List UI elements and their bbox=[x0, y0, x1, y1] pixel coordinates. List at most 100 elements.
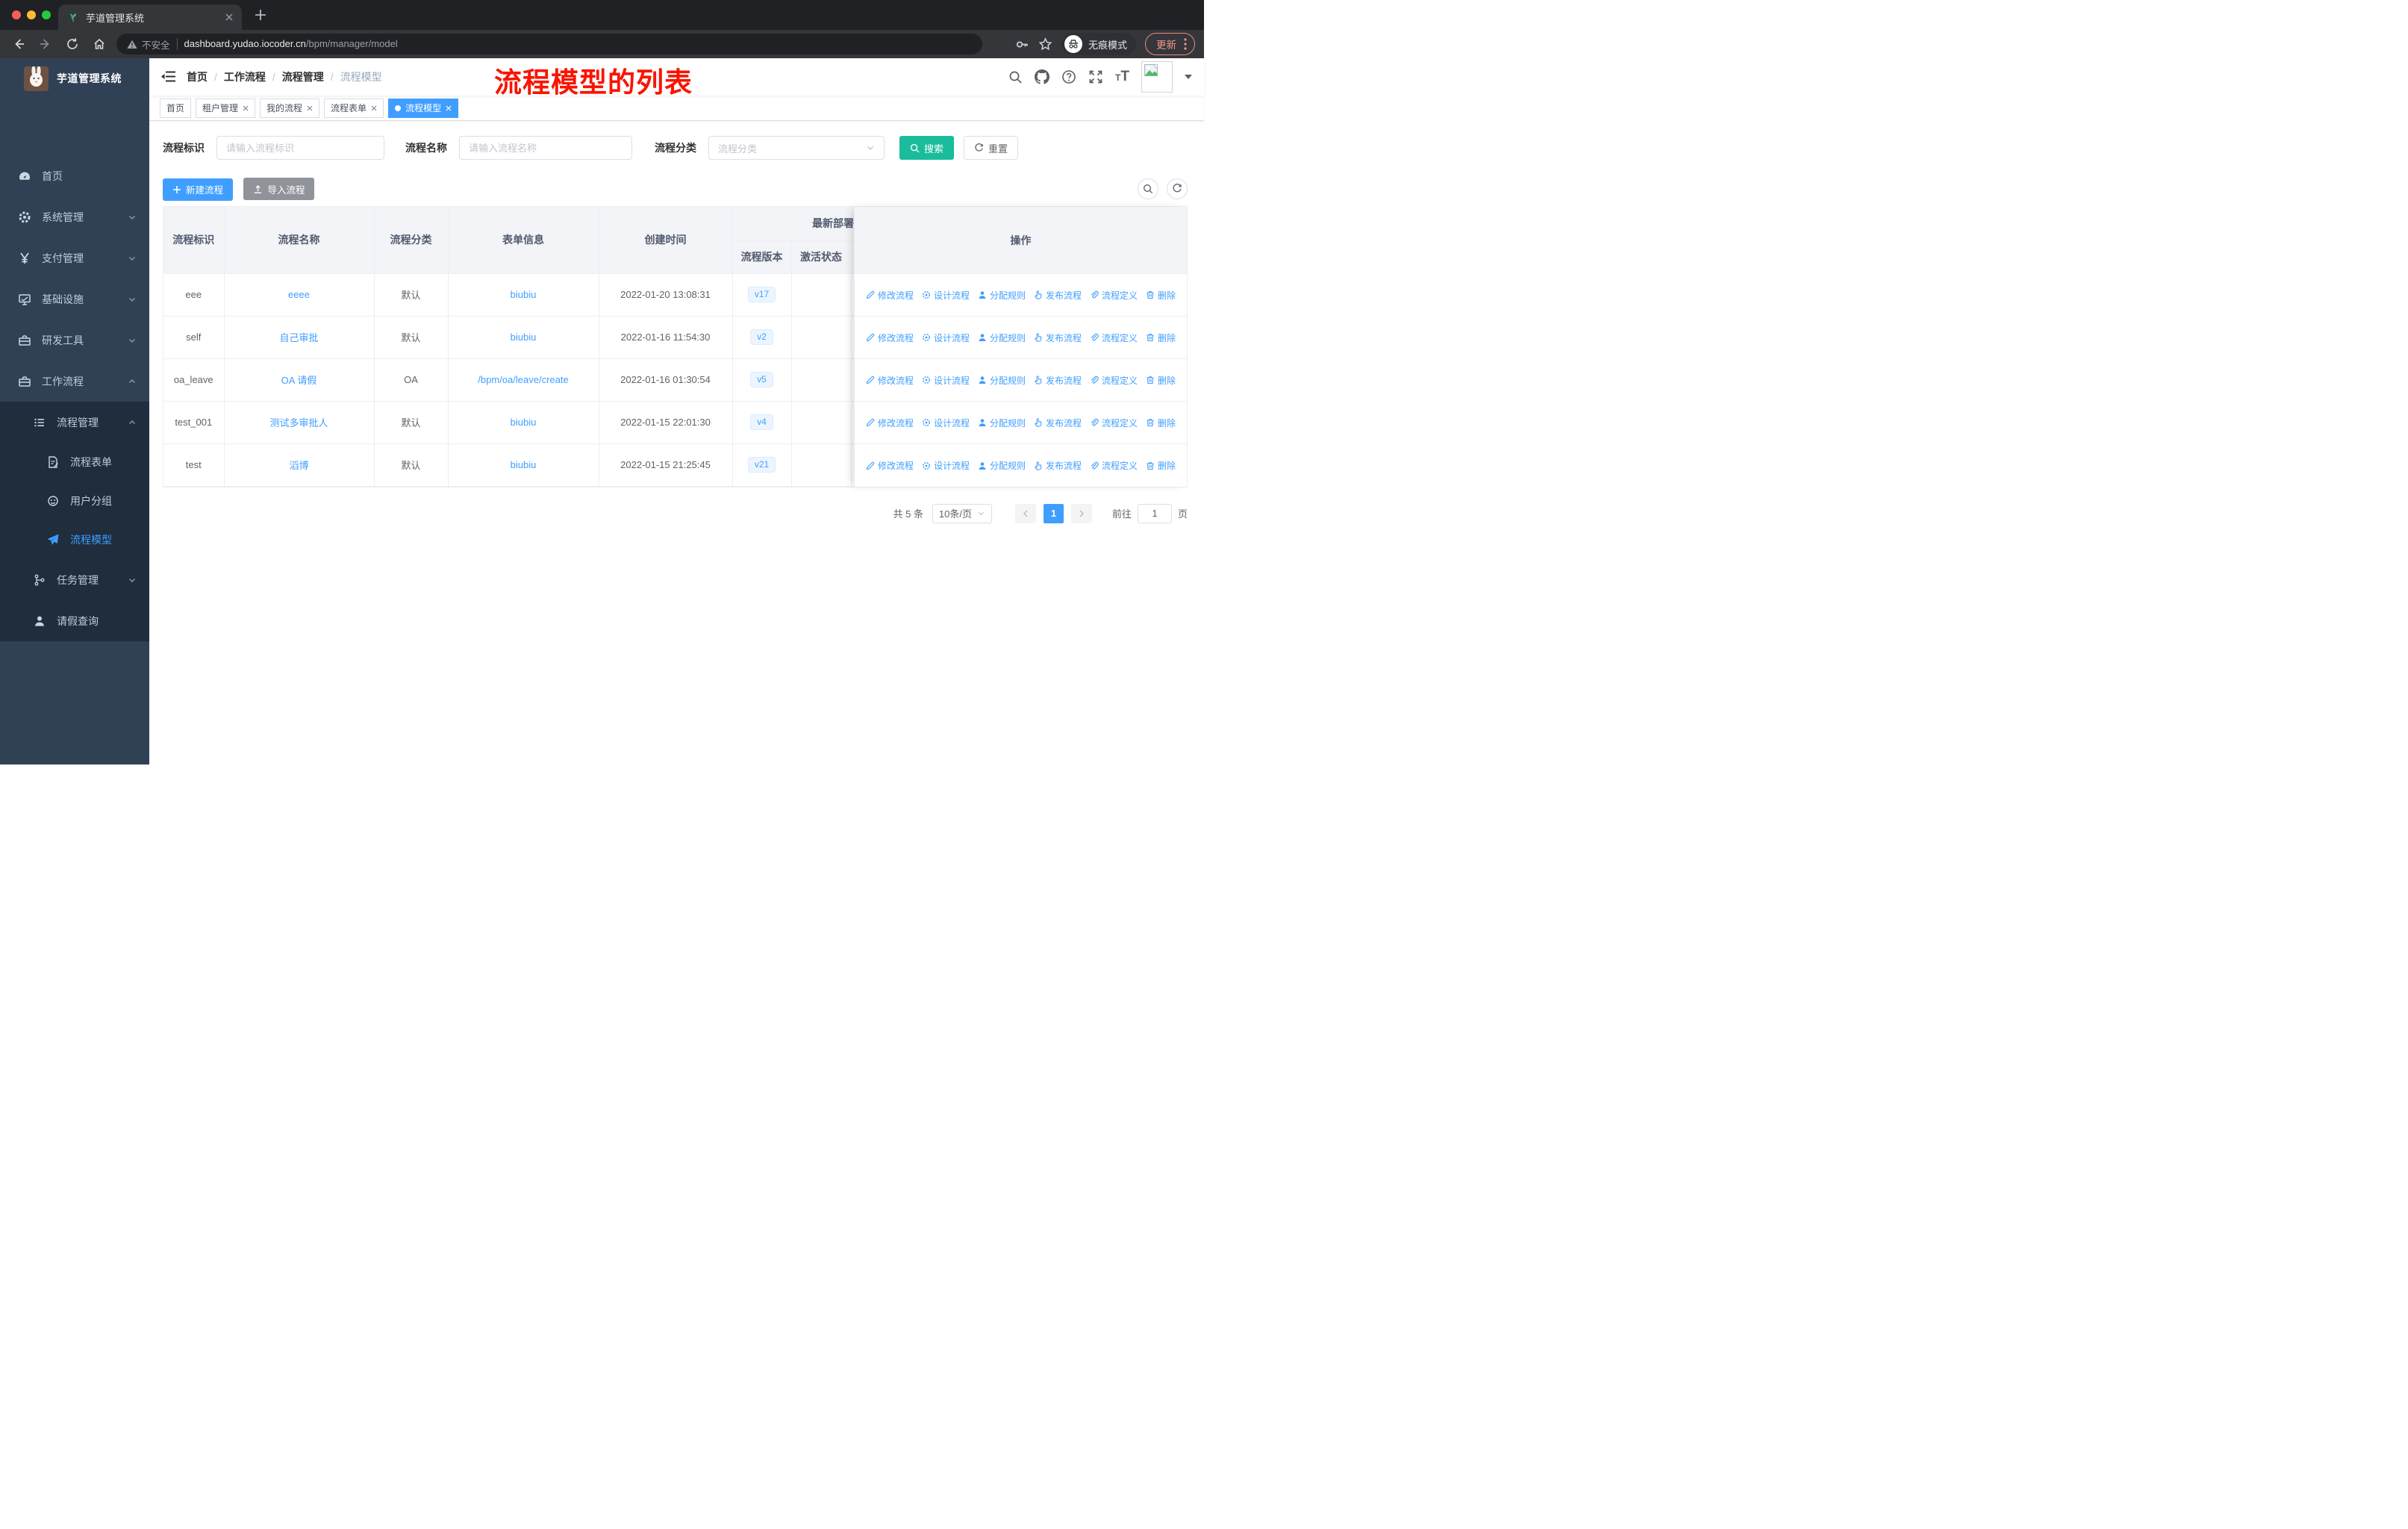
refresh-table-button[interactable] bbox=[1167, 178, 1188, 199]
tag-close-icon[interactable] bbox=[446, 105, 452, 111]
filter-id-input[interactable] bbox=[216, 136, 384, 160]
page-jump-input[interactable] bbox=[1137, 503, 1172, 523]
delete-link[interactable]: 删除 bbox=[1146, 459, 1176, 472]
sidebar-item-payment[interactable]: 支付管理 bbox=[0, 237, 149, 278]
sidebar-item-process-form[interactable]: 流程表单 bbox=[0, 443, 149, 482]
publish-process-link[interactable]: 发布流程 bbox=[1034, 289, 1082, 302]
design-process-link[interactable]: 设计流程 bbox=[922, 289, 970, 302]
sidebar-item-workflow[interactable]: 工作流程 bbox=[0, 361, 149, 402]
sidebar-item-system[interactable]: 系统管理 bbox=[0, 196, 149, 237]
help-icon[interactable] bbox=[1061, 69, 1076, 84]
fullscreen-icon[interactable] bbox=[1088, 69, 1103, 84]
assign-rule-link[interactable]: 分配规则 bbox=[978, 459, 1026, 472]
font-size-icon[interactable]: TT bbox=[1115, 69, 1129, 85]
home-icon[interactable] bbox=[90, 34, 109, 54]
prev-page-button[interactable] bbox=[1014, 503, 1036, 523]
sidebar-item-home[interactable]: 首页 bbox=[0, 155, 149, 196]
new-tab-button[interactable] bbox=[254, 8, 267, 22]
security-warning[interactable]: 不安全 bbox=[127, 37, 170, 52]
assign-rule-link[interactable]: 分配规则 bbox=[978, 417, 1026, 429]
edit-process-link[interactable]: 修改流程 bbox=[866, 417, 914, 429]
form-link[interactable]: biubiu bbox=[511, 417, 537, 428]
sidebar-item-process-manage[interactable]: 流程管理 bbox=[0, 402, 149, 443]
filter-category-select[interactable]: 流程分类 bbox=[708, 136, 885, 160]
version-badge[interactable]: v2 bbox=[750, 329, 773, 345]
assign-rule-link[interactable]: 分配规则 bbox=[978, 374, 1026, 387]
sidebar-logo[interactable]: 芋道管理系统 bbox=[0, 58, 149, 99]
process-definition-link[interactable]: 流程定义 bbox=[1090, 289, 1138, 302]
import-process-button[interactable]: 导入流程 bbox=[243, 178, 315, 200]
key-icon[interactable] bbox=[1015, 37, 1029, 52]
sidebar-collapse-icon[interactable] bbox=[161, 69, 176, 84]
tag-home[interactable]: 首页 bbox=[160, 98, 192, 118]
close-window-button[interactable] bbox=[12, 10, 21, 19]
version-badge[interactable]: v21 bbox=[747, 457, 776, 473]
show-search-toggle-button[interactable] bbox=[1138, 178, 1158, 199]
form-link[interactable]: biubiu bbox=[511, 289, 537, 300]
sidebar-item-infrastructure[interactable]: 基础设施 bbox=[0, 278, 149, 320]
page-number-current[interactable]: 1 bbox=[1043, 503, 1064, 523]
process-name-link[interactable]: 测试多审批人 bbox=[269, 417, 328, 429]
delete-link[interactable]: 删除 bbox=[1146, 374, 1176, 387]
process-name-link[interactable]: OA 请假 bbox=[281, 375, 317, 386]
back-icon[interactable] bbox=[9, 34, 28, 54]
browser-tab[interactable]: 芋道管理系统 bbox=[58, 4, 242, 30]
breadcrumb-workflow[interactable]: 工作流程 bbox=[224, 71, 266, 83]
sidebar-item-devtools[interactable]: 研发工具 bbox=[0, 320, 149, 361]
forward-icon[interactable] bbox=[36, 34, 55, 54]
form-link[interactable]: /bpm/oa/leave/create bbox=[478, 374, 568, 385]
bookmark-star-icon[interactable] bbox=[1038, 37, 1052, 52]
process-definition-link[interactable]: 流程定义 bbox=[1090, 417, 1138, 429]
edit-process-link[interactable]: 修改流程 bbox=[866, 331, 914, 344]
process-definition-link[interactable]: 流程定义 bbox=[1090, 459, 1138, 472]
tag-process-form[interactable]: 流程表单 bbox=[324, 98, 384, 118]
assign-rule-link[interactable]: 分配规则 bbox=[978, 331, 1026, 344]
next-page-button[interactable] bbox=[1070, 503, 1092, 523]
publish-process-link[interactable]: 发布流程 bbox=[1034, 374, 1082, 387]
process-definition-link[interactable]: 流程定义 bbox=[1090, 331, 1138, 344]
search-button[interactable]: 搜索 bbox=[899, 136, 955, 160]
sidebar-item-leave-query[interactable]: 请假查询 bbox=[0, 600, 149, 641]
edit-process-link[interactable]: 修改流程 bbox=[866, 289, 914, 302]
tag-tenant[interactable]: 租户管理 bbox=[196, 98, 256, 118]
tag-my-process[interactable]: 我的流程 bbox=[260, 98, 320, 118]
process-name-link[interactable]: eeee bbox=[288, 289, 310, 300]
window-controls[interactable] bbox=[12, 10, 51, 19]
publish-process-link[interactable]: 发布流程 bbox=[1034, 459, 1082, 472]
version-badge[interactable]: v4 bbox=[750, 414, 773, 430]
search-icon[interactable] bbox=[1008, 70, 1023, 84]
publish-process-link[interactable]: 发布流程 bbox=[1034, 331, 1082, 344]
sidebar-item-process-model[interactable]: 流程模型 bbox=[0, 520, 149, 559]
create-process-button[interactable]: 新建流程 bbox=[163, 178, 234, 201]
avatar-caret-icon[interactable] bbox=[1185, 75, 1192, 79]
address-field[interactable]: 不安全 dashboard.yudao.iocoder.cn/bpm/manag… bbox=[116, 34, 982, 55]
tab-close-icon[interactable] bbox=[225, 13, 233, 21]
page-size-select[interactable]: 10条/页 bbox=[932, 503, 992, 523]
reset-button[interactable]: 重置 bbox=[964, 136, 1019, 160]
minimize-window-button[interactable] bbox=[27, 10, 36, 19]
publish-process-link[interactable]: 发布流程 bbox=[1034, 417, 1082, 429]
tag-close-icon[interactable] bbox=[243, 105, 249, 111]
sidebar-item-task-manage[interactable]: 任务管理 bbox=[0, 559, 149, 600]
assign-rule-link[interactable]: 分配规则 bbox=[978, 289, 1026, 302]
reload-icon[interactable] bbox=[63, 34, 82, 54]
process-name-link[interactable]: 自己审批 bbox=[279, 332, 318, 343]
sidebar-item-user-group[interactable]: 用户分组 bbox=[0, 482, 149, 520]
github-icon[interactable] bbox=[1035, 69, 1050, 84]
process-definition-link[interactable]: 流程定义 bbox=[1090, 374, 1138, 387]
design-process-link[interactable]: 设计流程 bbox=[922, 417, 970, 429]
tag-close-icon[interactable] bbox=[307, 105, 313, 111]
filter-name-input[interactable] bbox=[459, 136, 632, 160]
url-text[interactable]: dashboard.yudao.iocoder.cn/bpm/manager/m… bbox=[184, 37, 398, 51]
tag-process-model[interactable]: 流程模型 bbox=[388, 98, 459, 118]
version-badge[interactable]: v5 bbox=[750, 372, 773, 387]
tag-close-icon[interactable] bbox=[371, 105, 377, 111]
edit-process-link[interactable]: 修改流程 bbox=[866, 374, 914, 387]
form-link[interactable]: biubiu bbox=[511, 459, 537, 470]
delete-link[interactable]: 删除 bbox=[1146, 289, 1176, 302]
edit-process-link[interactable]: 修改流程 bbox=[866, 459, 914, 472]
maximize-window-button[interactable] bbox=[42, 10, 51, 19]
browser-update-button[interactable]: 更新 bbox=[1145, 33, 1195, 55]
kebab-menu-icon[interactable] bbox=[1184, 38, 1187, 50]
user-avatar[interactable] bbox=[1141, 61, 1173, 93]
